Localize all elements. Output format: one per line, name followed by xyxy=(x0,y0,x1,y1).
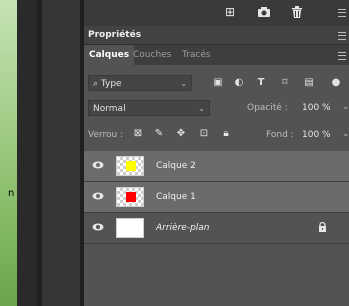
lock-icon xyxy=(318,221,327,235)
left-dark-strip xyxy=(17,0,37,306)
lock-artboard-icon[interactable]: ⊡ xyxy=(198,128,210,140)
filter-row: ⌕ Type ⌄ ▣ ◐ T ⌑ ▤ ● xyxy=(84,73,349,93)
filter-kind-label: Type xyxy=(100,79,122,89)
type-filter-icon[interactable]: T xyxy=(254,76,268,90)
layer-name: Calque 2 xyxy=(156,161,196,171)
search-icon: ⌕ xyxy=(93,79,99,89)
eye-icon[interactable] xyxy=(92,161,104,169)
layer-row[interactable]: Calque 2 xyxy=(84,151,349,182)
lock-transparent-icon[interactable]: ⊠ xyxy=(132,128,144,140)
collapsed-panel-strip xyxy=(42,0,80,306)
section-title: Propriétés xyxy=(88,30,142,40)
opacity-value[interactable]: 100 % xyxy=(302,103,331,113)
properties-header: Propriétés xyxy=(84,26,349,45)
layer-row[interactable]: Arrière-plan xyxy=(84,213,349,244)
shape-filter-icon[interactable]: ⌑ xyxy=(278,76,292,90)
eye-icon[interactable] xyxy=(92,223,104,231)
trash-icon[interactable] xyxy=(290,5,304,19)
panel-tabs: Calques Couches Tracés xyxy=(84,45,349,65)
lock-all-icon[interactable]: 🔒︎ xyxy=(220,128,232,140)
layers-list: Calque 2 Calque 1 Arrière-plan xyxy=(84,151,349,244)
layer-thumbnail xyxy=(116,187,144,207)
layer-name: Calque 1 xyxy=(156,192,196,202)
fill-label: Fond : xyxy=(266,130,294,140)
tab-traces[interactable]: Tracés xyxy=(177,45,216,65)
fill-chevron-icon[interactable]: ⌄ xyxy=(342,129,349,139)
fill-value[interactable]: 100 % xyxy=(302,130,331,140)
camera-icon[interactable] xyxy=(257,5,271,19)
layer-row[interactable]: Calque 1 xyxy=(84,182,349,213)
layer-color-swatch xyxy=(126,192,136,202)
layer-color-swatch xyxy=(126,161,136,171)
lock-move-icon[interactable]: ✥ xyxy=(175,128,187,140)
layer-thumbnail xyxy=(116,156,144,176)
tabs-menu-icon[interactable] xyxy=(338,52,346,60)
top-toolbar: ⊞ xyxy=(84,0,349,26)
adjustment-filter-icon[interactable]: ◐ xyxy=(232,76,246,90)
chevron-down-icon: ⌄ xyxy=(180,79,187,88)
eye-icon[interactable] xyxy=(92,192,104,200)
tab-calques[interactable]: Calques xyxy=(84,45,135,65)
tab-couches[interactable]: Couches xyxy=(128,45,176,65)
blend-mode-select[interactable]: Normal ⌄ xyxy=(88,100,210,116)
layer-name: Arrière-plan xyxy=(156,223,210,233)
image-filter-icon[interactable]: ▣ xyxy=(211,76,225,90)
menu-lines-icon[interactable] xyxy=(338,9,346,17)
stack-icon[interactable]: ⊞ xyxy=(223,5,237,19)
layers-panel: ⊞ Propriétés Calques Couches Tracés ⌕ Ty… xyxy=(84,0,349,306)
opacity-label: Opacité : xyxy=(247,103,288,113)
blend-row: Normal ⌄ Opacité : 100 % ⌄ xyxy=(84,99,349,117)
filter-kind-select[interactable]: ⌕ Type ⌄ xyxy=(88,75,192,91)
opacity-chevron-icon[interactable]: ⌄ xyxy=(342,102,349,112)
blend-mode-value: Normal xyxy=(93,104,126,114)
desktop-background: n xyxy=(0,0,17,306)
chevron-down-icon: ⌄ xyxy=(198,104,205,113)
lock-paint-icon[interactable]: ✎ xyxy=(153,128,165,140)
background-glyph: n xyxy=(8,188,15,199)
lock-row: Verrou : ⊠ ✎ ✥ ⊡ 🔒︎ Fond : 100 % ⌄ xyxy=(84,125,349,145)
smartobject-filter-icon[interactable]: ▤ xyxy=(302,76,316,90)
layers-empty-area xyxy=(84,245,349,306)
lock-label: Verrou : xyxy=(88,130,124,140)
properties-menu-icon[interactable] xyxy=(338,32,346,40)
filter-toggle-icon[interactable]: ● xyxy=(329,76,343,90)
layer-thumbnail xyxy=(116,218,144,238)
